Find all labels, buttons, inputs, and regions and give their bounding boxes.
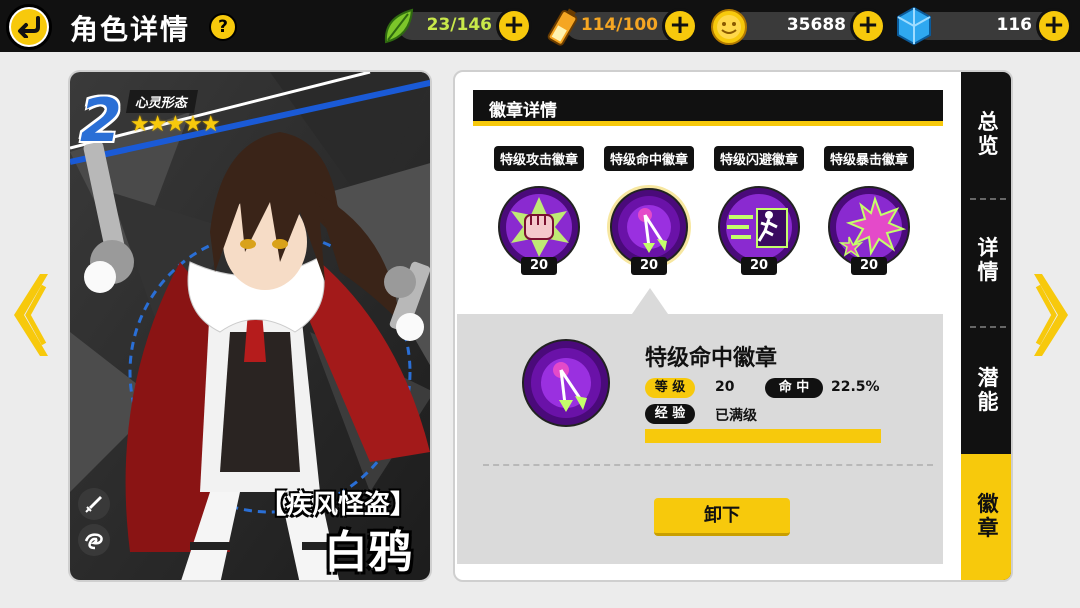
coin-icon (711, 9, 747, 45)
rank-number: 2 (80, 86, 122, 156)
selected-badge-target-arrow-icon (522, 339, 610, 427)
tab-details[interactable]: 详情 (961, 236, 1011, 284)
character-name: 白鸦 (324, 527, 412, 578)
badge-panel-title: 徽章详情 (489, 101, 557, 121)
form-label: 心灵形态 (125, 90, 199, 113)
tab-badges-label: 徽章 (977, 492, 999, 540)
character-card: 2 心灵形态 ★★★★★ 【疾风怪盗】 白鸦 (68, 70, 432, 582)
badge-slot-attack[interactable]: 特级攻击徽章 20 (484, 146, 594, 275)
leaf-icon (384, 8, 414, 44)
badge-label: 特级闪避徽章 (713, 146, 804, 171)
tab-divider (970, 198, 1006, 200)
detail-pointer (632, 288, 668, 314)
selected-badge-name: 特级命中徽章 (645, 346, 778, 371)
badge-level: 20 (741, 257, 777, 275)
stamina-counter: 23/146 + (398, 8, 532, 44)
sword-icon (78, 488, 110, 520)
add-stamina-button[interactable]: + (496, 8, 532, 44)
exp-value: 已满级 (715, 408, 757, 424)
badge-slot-evasion[interactable]: 特级闪避徽章 20 (704, 146, 814, 275)
stat-label: 命 中 (765, 378, 823, 398)
unequip-button[interactable]: 卸下 (654, 498, 790, 536)
badge-level: 20 (521, 257, 557, 275)
tab-potential-label: 潜能 (977, 366, 999, 414)
battery-icon (547, 8, 578, 46)
tab-details-label: 详情 (977, 236, 999, 284)
page-title: 角色详情 (70, 13, 191, 46)
badge-slot-accuracy[interactable]: 特级命中徽章 20 (594, 146, 704, 275)
crystal-icon (897, 6, 931, 46)
help-button[interactable]: ? (209, 13, 237, 41)
badge-level: 20 (631, 257, 667, 275)
crystal-value: 116 (996, 15, 1033, 35)
back-button[interactable] (6, 4, 52, 50)
exp-label: 经 验 (645, 404, 695, 424)
energy-counter: 114/100 + (566, 8, 698, 44)
badge-panel-header: 徽章详情 (473, 90, 943, 126)
wind-element-icon (78, 524, 110, 556)
add-energy-button[interactable]: + (662, 8, 698, 44)
back-arrow-icon (11, 9, 47, 45)
divider (483, 464, 933, 466)
add-crystal-button[interactable]: + (1036, 8, 1072, 44)
previous-character-arrow-icon[interactable] (10, 272, 50, 358)
target-arrow-icon: 20 (607, 185, 691, 275)
tab-potential[interactable]: 潜能 (961, 366, 1011, 414)
star-rating: ★★★★★ (130, 112, 221, 137)
fist-icon: 20 (497, 185, 581, 275)
next-character-arrow-icon[interactable] (1032, 272, 1072, 358)
level-value: 20 (715, 379, 735, 395)
badge-label: 特级攻击徽章 (493, 146, 584, 171)
exp-progress-bar (645, 429, 881, 443)
tab-divider (970, 326, 1006, 328)
tab-badges[interactable]: 徽章 (961, 454, 1011, 580)
tab-overview[interactable]: 总览 (961, 110, 1011, 158)
top-bar: 角色详情 ? 23/146 + 114/100 + 35688 + 116 + (0, 0, 1080, 52)
badge-label: 特级暴击徽章 (823, 146, 914, 171)
coin-counter: 35688 + (730, 8, 886, 44)
level-label: 等 级 (645, 378, 695, 398)
tab-overview-label: 总览 (977, 110, 999, 158)
coin-value: 35688 (786, 15, 846, 35)
add-coin-button[interactable]: + (850, 8, 886, 44)
badge-label: 特级命中徽章 (603, 146, 694, 171)
energy-value: 114/100 (580, 15, 658, 35)
badge-level: 20 (851, 257, 887, 275)
running-man-icon: 20 (717, 185, 801, 275)
stamina-value: 23/146 (426, 15, 492, 35)
badge-slot-critical[interactable]: 特级暴击徽章 20 (814, 146, 924, 275)
crystal-counter: 116 + (914, 8, 1072, 44)
side-tab-bar: 总览 详情 潜能 徽章 (961, 72, 1011, 580)
badge-detail-panel: 徽章详情 特级攻击徽章 20 特级命中徽章 20 特级闪避徽章 20 特级暴击徽… (453, 70, 1013, 582)
burst-icon: 20 (827, 185, 911, 275)
stat-value: 22.5% (831, 379, 880, 395)
